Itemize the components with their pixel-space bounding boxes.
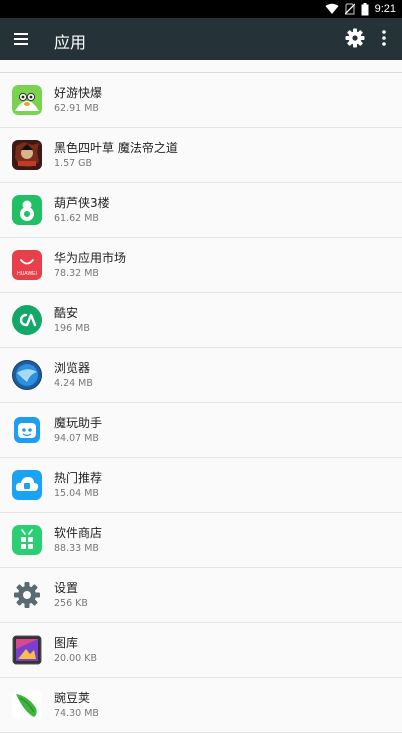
more-vert-icon — [382, 30, 386, 46]
app-list: 好游快爆 62.91 MB 黑色四叶草 魔法帝之道 1.57 GB 葫芦侠3楼 — [0, 72, 402, 733]
software-store-icon — [12, 525, 42, 555]
app-bar: 应用 — [0, 18, 402, 60]
huluxia-icon — [12, 195, 42, 225]
app-size: 256 KB — [54, 598, 88, 609]
page-title: 应用 — [54, 33, 87, 52]
list-item-haoyou-kuaibao[interactable]: 好游快爆 62.91 MB — [0, 73, 402, 128]
status-time: 9:21 — [374, 3, 396, 15]
black-clover-icon — [12, 140, 42, 170]
browser-icon — [12, 360, 42, 390]
huawei-appgallery-icon: HUAWEI — [12, 250, 42, 280]
app-name: 葫芦侠3楼 — [54, 196, 110, 210]
app-name: 浏览器 — [54, 361, 91, 375]
list-item-software-store[interactable]: 软件商店 88.33 MB — [0, 513, 402, 568]
app-size: 196 MB — [54, 323, 90, 334]
list-item-browser[interactable]: 浏览器 4.24 MB — [0, 348, 402, 403]
list-item-huluxia[interactable]: 葫芦侠3楼 61.62 MB — [0, 183, 402, 238]
list-item-wandoujia[interactable]: 豌豆荚 74.30 MB — [0, 678, 402, 733]
app-size: 4.24 MB — [54, 378, 93, 389]
no-sim-icon — [344, 3, 355, 15]
haoyou-kuaibao-icon — [12, 85, 42, 115]
app-name: 设置 — [54, 581, 79, 595]
coolapk-icon — [12, 305, 42, 335]
app-name: 好游快爆 — [54, 86, 103, 100]
app-size: 20.00 KB — [54, 653, 97, 664]
wifi-icon — [325, 3, 339, 14]
app-size: 94.07 MB — [54, 433, 99, 444]
list-item-mowan[interactable]: 魔玩助手 94.07 MB — [0, 403, 402, 458]
mowan-icon — [12, 415, 42, 445]
app-size: 88.33 MB — [54, 543, 99, 554]
app-name: 豌豆荚 — [54, 691, 91, 705]
list-item-coolapk[interactable]: 酷安 196 MB — [0, 293, 402, 348]
settings-gear-icon — [12, 580, 42, 610]
list-item-settings[interactable]: 设置 256 KB — [0, 568, 402, 623]
app-name: 魔玩助手 — [54, 416, 103, 430]
hamburger-menu-icon — [14, 33, 28, 45]
app-name: 华为应用市场 — [54, 251, 127, 265]
app-name: 图库 — [54, 636, 79, 650]
app-size: 74.30 MB — [54, 708, 99, 719]
status-bar: 9:21 — [0, 0, 402, 18]
more-options-button[interactable] — [378, 27, 390, 49]
app-size: 61.62 MB — [54, 213, 99, 224]
app-size: 78.32 MB — [54, 268, 99, 279]
list-item-hot-recommend[interactable]: 热门推荐 15.04 MB — [0, 458, 402, 513]
list-item-gallery[interactable]: 图库 20.00 KB — [0, 623, 402, 678]
app-name: 黑色四叶草 魔法帝之道 — [54, 141, 178, 155]
app-name: 酷安 — [54, 306, 79, 320]
gear-icon — [345, 28, 365, 48]
app-size: 1.57 GB — [54, 158, 93, 169]
list-item-huawei-appgallery[interactable]: HUAWEI 华为应用市场 78.32 MB — [0, 238, 402, 293]
app-name: 软件商店 — [54, 526, 103, 540]
app-size: 62.91 MB — [54, 103, 99, 114]
app-name: 热门推荐 — [54, 471, 103, 485]
settings-button[interactable] — [344, 27, 366, 49]
hot-recommend-icon — [12, 470, 42, 500]
huawei-logo-text: HUAWEI — [17, 271, 37, 277]
gallery-icon — [12, 635, 42, 665]
app-size: 15.04 MB — [54, 488, 99, 499]
battery-icon — [361, 2, 369, 15]
list-item-black-clover[interactable]: 黑色四叶草 魔法帝之道 1.57 GB — [0, 128, 402, 183]
menu-button[interactable] — [12, 28, 32, 50]
